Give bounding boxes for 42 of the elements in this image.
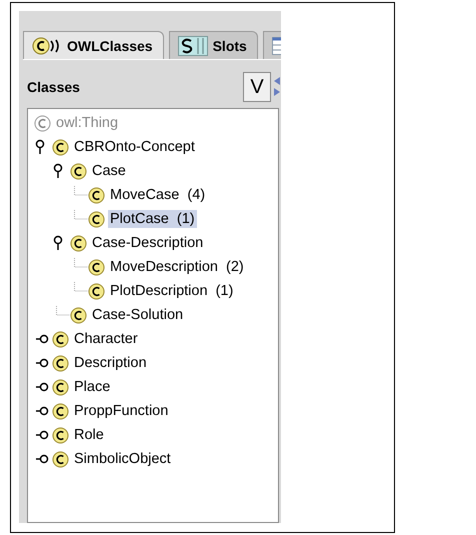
class-icon xyxy=(70,162,87,180)
class-icon xyxy=(52,426,69,444)
class-icon xyxy=(34,114,51,132)
tree-item[interactable]: Description xyxy=(72,354,149,372)
tree-connector-line xyxy=(74,186,88,196)
tree-item[interactable]: MoveCase (4) xyxy=(108,186,208,204)
tree-item[interactable]: CBROnto-Concept xyxy=(72,138,197,156)
class-icon xyxy=(52,354,69,372)
class-icon xyxy=(52,138,69,156)
class-icon xyxy=(52,378,69,396)
tree-item[interactable]: Case-Solution xyxy=(90,306,186,324)
tree-connector-line xyxy=(74,210,88,220)
slot-icon xyxy=(178,36,208,56)
tree-item[interactable]: ProppFunction xyxy=(72,402,170,420)
class-icon xyxy=(52,402,69,420)
class-icon xyxy=(52,330,69,348)
tree-item[interactable]: Case xyxy=(90,162,128,180)
view-button[interactable]: V xyxy=(243,72,271,102)
tab[interactable]: Slots xyxy=(168,31,258,59)
tab[interactable]: OWLClasses xyxy=(23,31,164,59)
class-icon xyxy=(52,450,69,468)
panel-title: Classes xyxy=(27,79,81,95)
tree-item[interactable]: MoveDescription (2) xyxy=(108,258,246,276)
class-icon xyxy=(70,234,87,252)
class-icon xyxy=(88,210,105,228)
tree-item[interactable]: SimbolicObject xyxy=(72,450,173,468)
class-icon xyxy=(88,258,105,276)
class-icon xyxy=(32,36,62,54)
tree-item[interactable]: Role xyxy=(72,426,106,444)
class-icon xyxy=(70,306,87,324)
tree-item[interactable]: Character xyxy=(72,330,140,348)
scroll-arrows-icon[interactable] xyxy=(273,76,281,98)
tree-item[interactable]: Place xyxy=(72,378,112,396)
tree-connector-line xyxy=(74,282,88,292)
tree-item[interactable]: PlotDescription (1) xyxy=(108,282,236,300)
class-icon xyxy=(88,186,105,204)
tree-item[interactable]: PlotCase (1) xyxy=(108,210,197,228)
tree-item[interactable]: owl:Thing xyxy=(54,114,120,132)
tree-item[interactable]: Case-Description xyxy=(90,234,206,252)
class-icon xyxy=(88,282,105,300)
tree-connector-line xyxy=(74,258,88,268)
tree-connector-line xyxy=(56,306,70,316)
